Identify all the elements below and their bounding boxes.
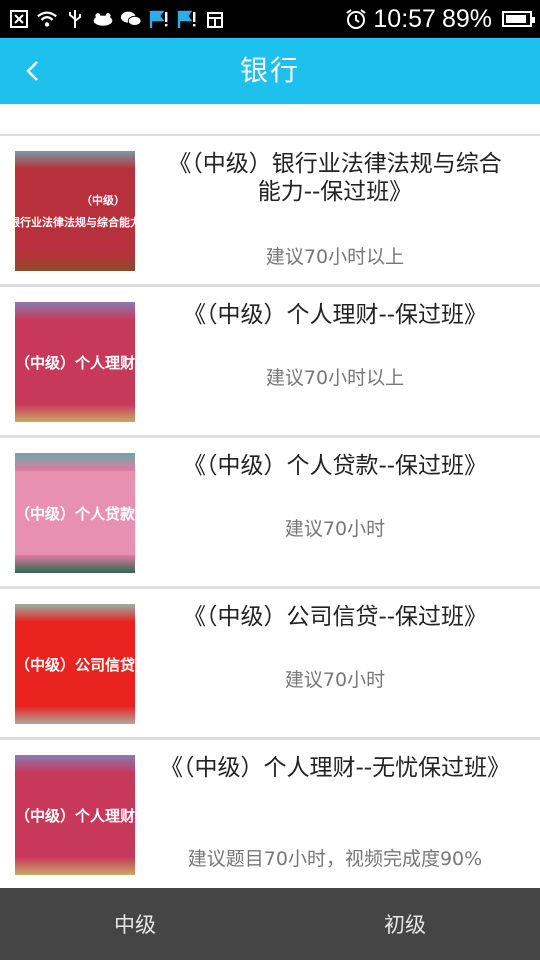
status-time: 10:57 (373, 4, 436, 33)
battery-percent: 89% (441, 4, 492, 33)
close-box-icon (8, 9, 30, 29)
thumbnail-band: （中级）公司信贷 (15, 622, 135, 706)
course-item[interactable]: （中级）个人贷款 《（中级）个人贷款--保过班》 建议70小时 (0, 438, 540, 589)
calendar-icon (204, 9, 226, 29)
course-hint: 建议70小时 (284, 518, 386, 540)
course-thumbnail: （中级）个人贷款 (15, 453, 135, 573)
notification-flag-icon (176, 9, 198, 29)
course-item[interactable]: （中级）个人理财 《（中级）个人理财--无忧保过班》 建议题目70小时，视频完成… (0, 740, 540, 888)
thumbnail-text: （中级）公司信贷 (15, 655, 135, 674)
alarm-icon (345, 9, 367, 29)
battery-icon (502, 11, 535, 27)
baidu-icon (92, 9, 114, 29)
status-right: 10:57 89% (345, 0, 535, 38)
course-title: 《（中级）银行业法律法规与综合能力--保过班》 (168, 151, 502, 205)
course-title: 《（中级）个人贷款--保过班》 (182, 453, 488, 479)
thumbnail-band: （中级）个人理财 (15, 773, 135, 857)
bottom-tab-bar: 中级 初级 (0, 888, 540, 960)
thumbnail-text: （中级）个人理财 (15, 806, 135, 825)
thumbnail-text: （中级）个人理财 (15, 353, 135, 372)
thumbnail-text: 银行业法律法规与综合能力 (15, 216, 135, 229)
notification-flag-icon (148, 9, 170, 29)
thumbnail-band: （中级）个人贷款 (15, 471, 135, 555)
course-list[interactable]: （中级） 银行业法律法规与综合能力 《（中级）银行业法律法规与综合能力--保过班… (0, 104, 540, 888)
status-icons (8, 7, 226, 31)
list-top-spacer (0, 104, 540, 136)
usb-icon (64, 9, 86, 29)
course-hint: 建议题目70小时，视频完成度90% (187, 848, 483, 870)
status-bar: 10:57 89% (0, 0, 540, 38)
tab-intermediate[interactable]: 中级 (0, 888, 270, 960)
thumbnail-band: （中级）个人理财 (15, 320, 135, 404)
thumbnail-text: （中级）个人贷款 (15, 504, 135, 523)
wifi-icon (36, 9, 58, 29)
wechat-icon (120, 9, 142, 29)
course-thumbnail: （中级）公司信贷 (15, 604, 135, 724)
course-hint: 建议70小时 (284, 669, 386, 691)
course-thumbnail: （中级）个人理财 (15, 302, 135, 422)
course-title: 《（中级）个人理财--无忧保过班》 (160, 755, 511, 781)
course-item[interactable]: （中级）个人理财 《（中级）个人理财--保过班》 建议70小时以上 (0, 287, 540, 438)
course-item[interactable]: （中级）公司信贷 《（中级）公司信贷--保过班》 建议70小时 (0, 589, 540, 740)
course-item[interactable]: （中级） 银行业法律法规与综合能力 《（中级）银行业法律法规与综合能力--保过班… (0, 136, 540, 287)
course-hint: 建议70小时以上 (265, 367, 405, 389)
course-thumbnail: （中级） 银行业法律法规与综合能力 (15, 151, 135, 271)
page-title: 银行 (239, 54, 300, 87)
tab-junior[interactable]: 初级 (270, 888, 540, 960)
course-title: 《（中级）公司信贷--保过班》 (182, 604, 488, 630)
course-thumbnail: （中级）个人理财 (15, 755, 135, 875)
course-hint: 建议70小时以上 (265, 246, 405, 268)
app-header: 银行 (0, 38, 540, 104)
thumbnail-text: （中级） (81, 194, 125, 207)
thumbnail-band: （中级） 银行业法律法规与综合能力 (15, 169, 135, 253)
course-title: 《（中级）个人理财--保过班》 (182, 302, 488, 328)
